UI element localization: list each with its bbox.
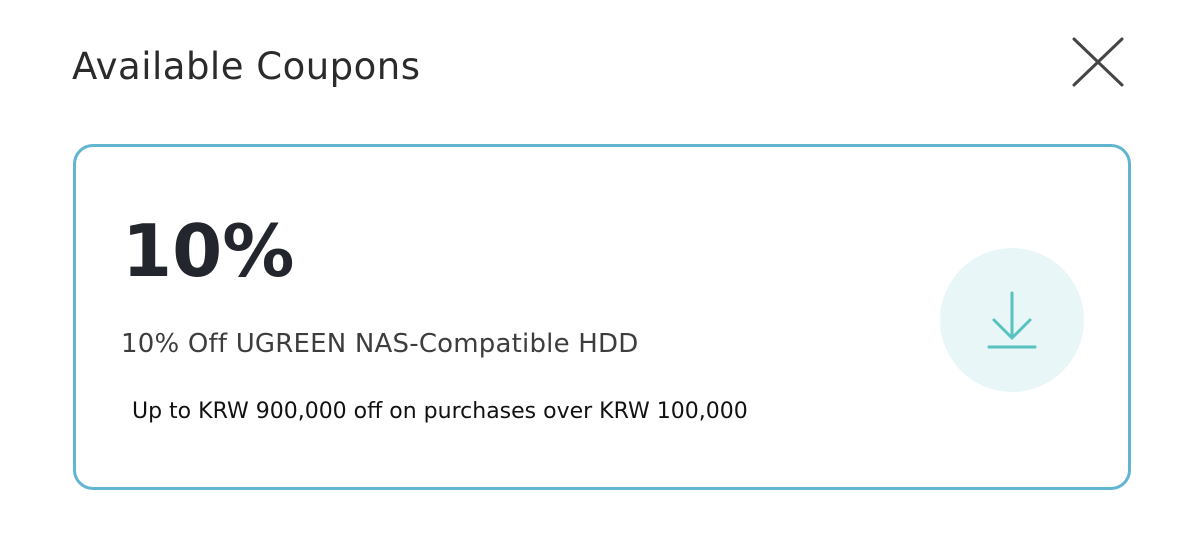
download-coupon-button[interactable] <box>940 248 1084 392</box>
dialog-title: Available Coupons <box>72 45 421 88</box>
close-icon <box>1072 37 1124 87</box>
coupon-card: 10% 10% Off UGREEN NAS-Compatible HDD Up… <box>73 144 1131 490</box>
close-button[interactable] <box>1069 34 1127 92</box>
download-icon <box>987 291 1037 349</box>
coupon-condition: Up to KRW 900,000 off on purchases over … <box>132 399 748 424</box>
coupon-name: 10% Off UGREEN NAS-Compatible HDD <box>121 329 639 359</box>
coupon-discount: 10% <box>122 209 295 293</box>
